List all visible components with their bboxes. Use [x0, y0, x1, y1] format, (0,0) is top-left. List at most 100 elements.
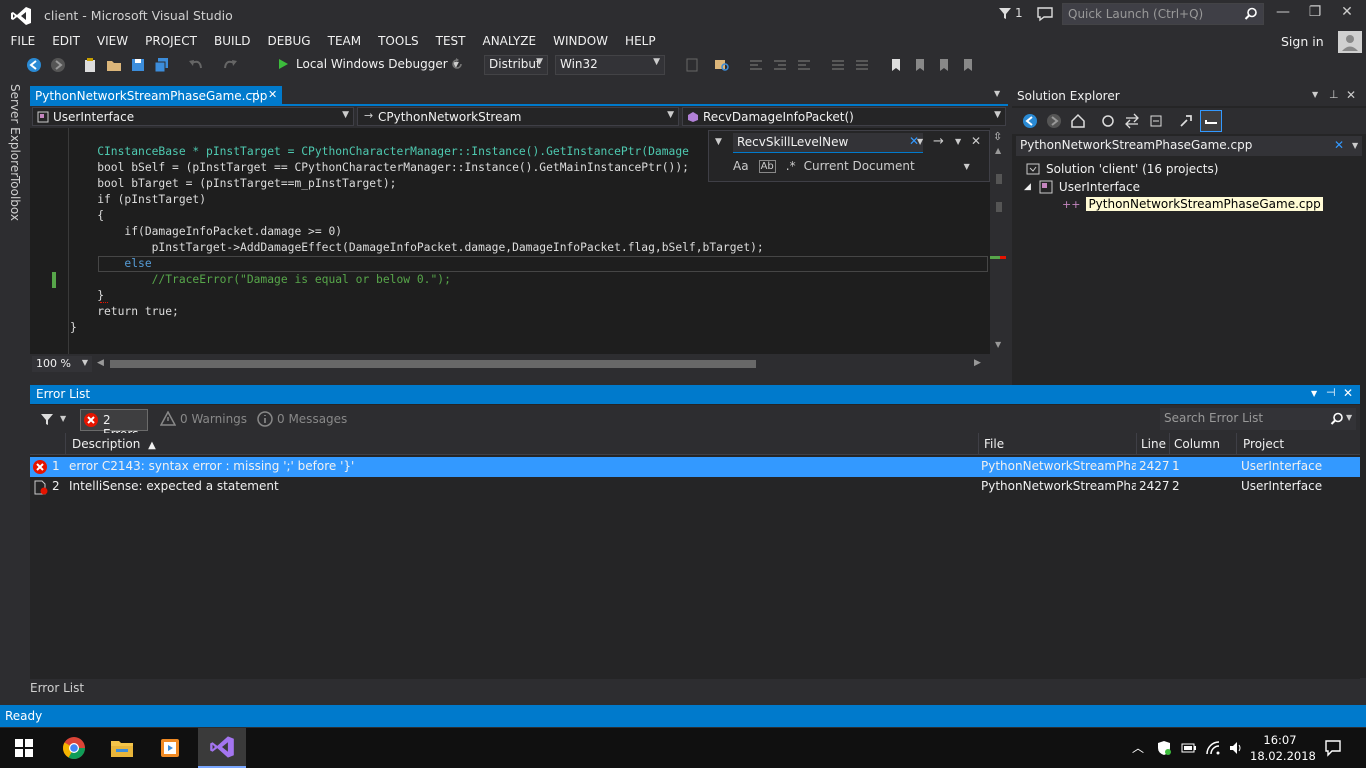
menu-build[interactable]: BUILD: [205, 30, 258, 52]
close-panel-icon[interactable]: ✕: [1343, 386, 1353, 400]
solution-search-input[interactable]: PythonNetworkStreamPhaseGame.cpp ✕ ▼: [1016, 136, 1362, 156]
shield-icon[interactable]: [1156, 740, 1172, 756]
warnings-filter-toggle[interactable]: 0 Warnings: [158, 409, 251, 431]
scroll-left-icon[interactable]: ◀: [97, 358, 104, 368]
project-nav-select[interactable]: UserInterface ▼: [32, 107, 354, 126]
taskbar-visual-studio[interactable]: [198, 728, 246, 768]
feedback-icon[interactable]: [1036, 6, 1054, 22]
refresh-icon[interactable]: [450, 57, 464, 71]
zoom-select[interactable]: 100 % ▼: [32, 356, 92, 372]
forward-icon[interactable]: [50, 57, 66, 73]
find-input[interactable]: RecvSkillLevelNew ✕: [733, 133, 923, 153]
menu-debug[interactable]: DEBUG: [259, 30, 319, 52]
column-header-file[interactable]: File: [984, 437, 1004, 451]
toggle-replace-icon[interactable]: ▼: [715, 137, 722, 147]
volume-icon[interactable]: [1228, 740, 1244, 756]
open-folder-icon[interactable]: [106, 57, 122, 73]
messages-filter-toggle[interactable]: 0 Messages: [255, 409, 351, 431]
error-list-search-input[interactable]: Search Error List ▼: [1160, 408, 1356, 430]
menu-file[interactable]: FILE: [2, 30, 44, 52]
match-case-toggle[interactable]: Aa: [733, 159, 749, 173]
filter-dropdown-icon[interactable]: ▼: [60, 414, 66, 423]
save-all-icon[interactable]: [154, 57, 170, 73]
sign-in-link[interactable]: Sign in: [1281, 34, 1324, 49]
pending-changes-icon[interactable]: [1100, 113, 1116, 129]
start-button[interactable]: [0, 728, 48, 768]
menu-project[interactable]: PROJECT: [137, 30, 206, 52]
uncomment-icon[interactable]: [854, 57, 870, 73]
forward-icon[interactable]: [1046, 113, 1062, 129]
minimize-button[interactable]: —: [1270, 4, 1296, 24]
clear-bookmarks-icon[interactable]: [960, 57, 976, 73]
menu-help[interactable]: HELP: [617, 30, 665, 52]
menu-team[interactable]: TEAM: [319, 30, 369, 52]
taskbar-file-explorer[interactable]: [98, 728, 146, 768]
menu-test[interactable]: TEST: [427, 30, 474, 52]
action-center-icon[interactable]: [1324, 739, 1342, 757]
indent-icon[interactable]: [772, 57, 788, 73]
avatar[interactable]: [1338, 31, 1362, 53]
home-icon[interactable]: [1070, 113, 1086, 129]
split-icon[interactable]: ⇳: [993, 130, 1002, 143]
tree-item-file[interactable]: ++ PythonNetworkStreamPhaseGame.cpp: [1062, 197, 1323, 211]
sync-icon[interactable]: [1124, 113, 1140, 129]
scroll-right-icon[interactable]: ▶: [974, 358, 981, 368]
tree-item-project[interactable]: ◢ UserInterface: [1024, 180, 1140, 194]
taskbar-chrome[interactable]: [50, 728, 98, 768]
start-debugging-button[interactable]: Local Windows Debugger ▼: [277, 57, 459, 71]
quick-launch-input[interactable]: Quick Launch (Ctrl+Q): [1062, 3, 1264, 25]
align-icon[interactable]: [748, 57, 764, 73]
table-row[interactable]: 2 IntelliSense: expected a statement Pyt…: [30, 477, 1360, 497]
close-find-icon[interactable]: ✕: [971, 134, 981, 148]
panel-menu-icon[interactable]: ▼: [1312, 90, 1318, 99]
close-button[interactable]: ✕: [1334, 4, 1360, 24]
configuration-select[interactable]: Distribut ▼: [484, 55, 548, 75]
battery-icon[interactable]: [1181, 741, 1197, 755]
search-scope-select[interactable]: Current Document: [804, 159, 964, 173]
collapse-all-icon[interactable]: [1148, 113, 1164, 129]
wifi-icon[interactable]: [1205, 740, 1221, 756]
menu-view[interactable]: VIEW: [88, 30, 136, 52]
find-in-files-icon[interactable]: [714, 57, 730, 73]
tab-overflow-icon[interactable]: ▼: [994, 89, 1000, 98]
errors-filter-toggle[interactable]: 2 Errors: [80, 409, 148, 441]
close-tab-icon[interactable]: ✕: [268, 88, 277, 101]
pin-icon[interactable]: ⊣: [250, 89, 259, 100]
clear-search-icon[interactable]: ✕: [1334, 138, 1344, 152]
scroll-up-icon[interactable]: ▲: [995, 146, 1001, 155]
regex-toggle[interactable]: .*: [786, 159, 796, 173]
member-nav-select[interactable]: RecvDamageInfoPacket() ▼: [682, 107, 1006, 126]
class-nav-select[interactable]: → CPythonNetworkStream ▼: [357, 107, 679, 126]
column-header-column[interactable]: Column: [1174, 437, 1220, 451]
maximize-button[interactable]: ❐: [1302, 4, 1328, 24]
close-panel-icon[interactable]: ✕: [1346, 88, 1356, 102]
show-hidden-icons-icon[interactable]: ︿: [1132, 739, 1144, 756]
comment-icon[interactable]: [830, 57, 846, 73]
find-options-icon[interactable]: ▼: [955, 137, 961, 146]
taskbar-media-player[interactable]: [146, 728, 194, 768]
column-header-project[interactable]: Project: [1243, 437, 1284, 451]
server-explorer-tab[interactable]: Server Explorer: [8, 84, 22, 177]
back-icon[interactable]: [1022, 113, 1038, 129]
outdent-icon[interactable]: [796, 57, 812, 73]
pin-icon[interactable]: ⊣: [1326, 386, 1336, 399]
toolbox-tab[interactable]: Toolbox: [8, 176, 22, 221]
preview-selected-button[interactable]: [1200, 110, 1222, 132]
save-icon[interactable]: [130, 57, 146, 73]
attach-icon[interactable]: [684, 57, 700, 73]
undo-icon[interactable]: [188, 57, 204, 73]
error-list-bottom-tab[interactable]: Error List: [30, 681, 84, 695]
taskbar-clock[interactable]: 16:07 18.02.2018: [1250, 732, 1316, 764]
find-next-icon[interactable]: →: [933, 134, 944, 149]
scroll-down-icon[interactable]: ▼: [995, 340, 1001, 349]
notifications-button[interactable]: 1: [998, 6, 1023, 20]
menu-tools[interactable]: TOOLS: [370, 30, 428, 52]
table-row[interactable]: 1 error C2143: syntax error : missing ';…: [30, 457, 1360, 477]
search-options-icon[interactable]: ▼: [1352, 141, 1358, 150]
search-history-icon[interactable]: ▼: [917, 137, 923, 146]
platform-select[interactable]: Win32 ▼: [555, 55, 665, 75]
back-icon[interactable]: [26, 57, 42, 73]
menu-window[interactable]: WINDOW: [545, 30, 617, 52]
bookmark-icon[interactable]: [888, 57, 904, 73]
editor-vertical-scrollbar[interactable]: ⇳ ▲ ▼: [990, 128, 1008, 354]
